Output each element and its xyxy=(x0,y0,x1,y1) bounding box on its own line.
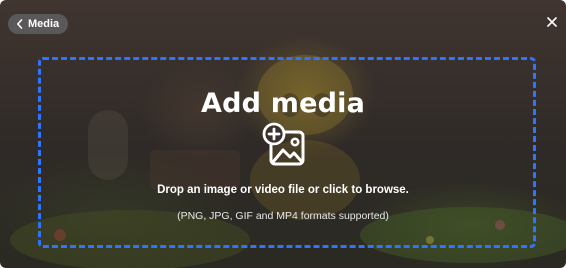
add-media-modal: Media Add media Drop an image or video f… xyxy=(0,0,566,268)
back-button[interactable]: Media xyxy=(8,14,69,34)
chevron-left-icon xyxy=(17,19,23,29)
drop-zone-title: Add media xyxy=(201,88,365,119)
back-button-label: Media xyxy=(28,18,60,30)
drop-instruction-text: Drop an image or video file or click to … xyxy=(157,184,409,196)
close-icon xyxy=(547,17,557,27)
supported-formats-note: (PNG, JPG, GIF and MP4 formats supported… xyxy=(177,210,389,222)
add-image-icon xyxy=(262,122,305,166)
close-button[interactable] xyxy=(544,14,560,30)
